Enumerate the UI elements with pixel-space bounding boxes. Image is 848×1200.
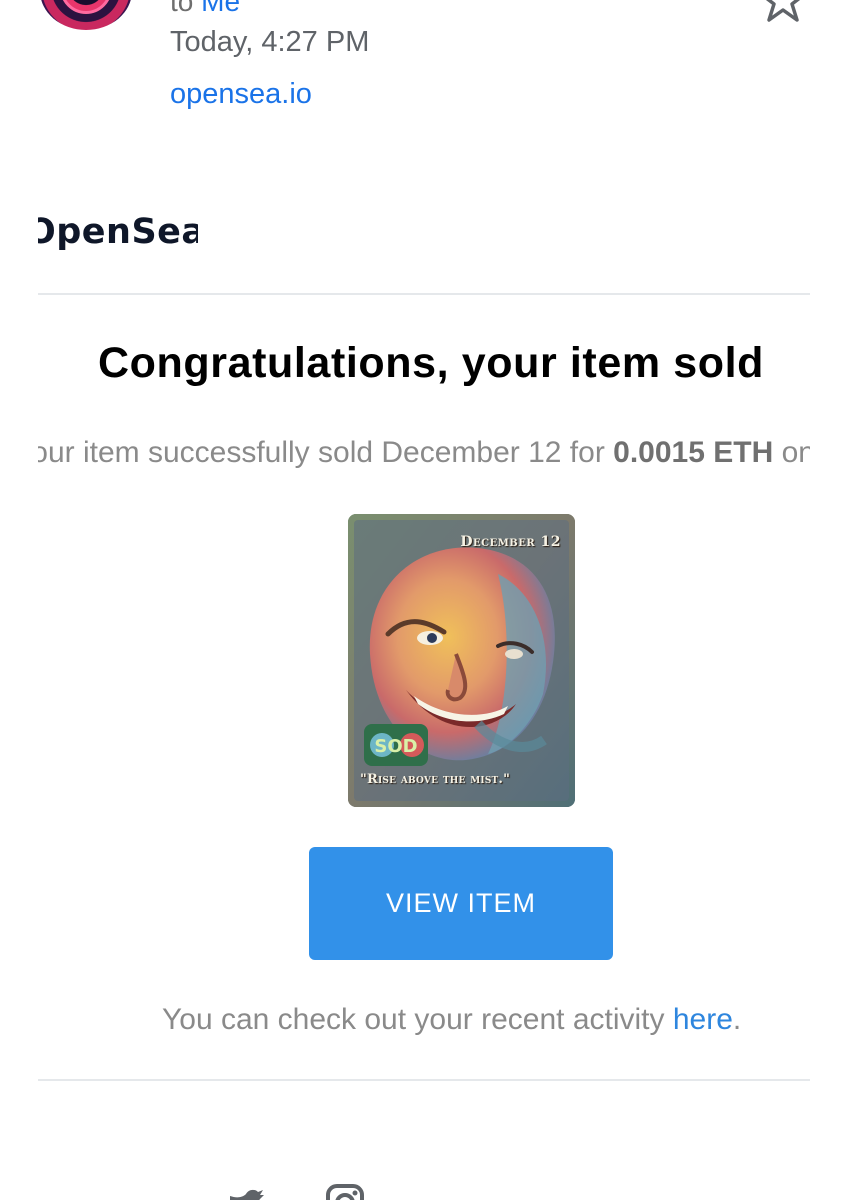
activity-here-link[interactable]: here xyxy=(673,1003,733,1036)
recipient-me-link[interactable]: Me xyxy=(201,0,240,17)
nft-quote-caption: "Rise above the mist." xyxy=(360,772,511,787)
sender-avatar-icon[interactable] xyxy=(40,0,132,30)
nft-artwork: SOD xyxy=(348,514,575,807)
avatar-ring xyxy=(60,0,112,14)
sale-summary-container: Your item successfully sold December 12 … xyxy=(38,434,810,478)
nft-date-caption: December 12 xyxy=(460,534,561,550)
instagram-icon[interactable] xyxy=(326,1184,364,1200)
headline-container: Congratulations, your item sold xyxy=(38,335,810,395)
nft-item-image[interactable]: SOD December 12 "Rise above the mist." xyxy=(348,514,575,807)
sender-domain-link[interactable]: opensea.io xyxy=(170,78,312,111)
svg-text:SOD: SOD xyxy=(374,736,417,757)
email-date: Today, 4:27 PM xyxy=(170,26,370,58)
sale-summary-text: Your item successfully sold December 12 … xyxy=(38,436,614,469)
bottom-divider xyxy=(38,1079,810,1081)
activity-note-text: You can check out your recent activity xyxy=(162,1003,673,1036)
sod-badge: SOD xyxy=(364,724,428,766)
to-prefix: to xyxy=(170,0,194,17)
headline: Congratulations, your item sold xyxy=(98,339,765,387)
activity-note: You can check out your recent activity h… xyxy=(162,1003,741,1037)
activity-note-suffix: . xyxy=(732,1003,742,1036)
opensea-logo: OpenSea xyxy=(38,212,198,256)
top-divider xyxy=(38,293,810,295)
sale-summary-suffix: on OpenSea. xyxy=(781,436,810,469)
view-item-button[interactable]: VIEW ITEM xyxy=(309,847,613,960)
sale-summary: Your item successfully sold December 12 … xyxy=(38,436,810,470)
brand-wordmark: OpenSea xyxy=(38,212,198,252)
twitter-icon[interactable] xyxy=(228,1186,264,1200)
recipient-line: to Me xyxy=(170,0,240,18)
star-icon[interactable] xyxy=(758,0,808,26)
sale-price: 0.0015 ETH xyxy=(613,436,774,469)
